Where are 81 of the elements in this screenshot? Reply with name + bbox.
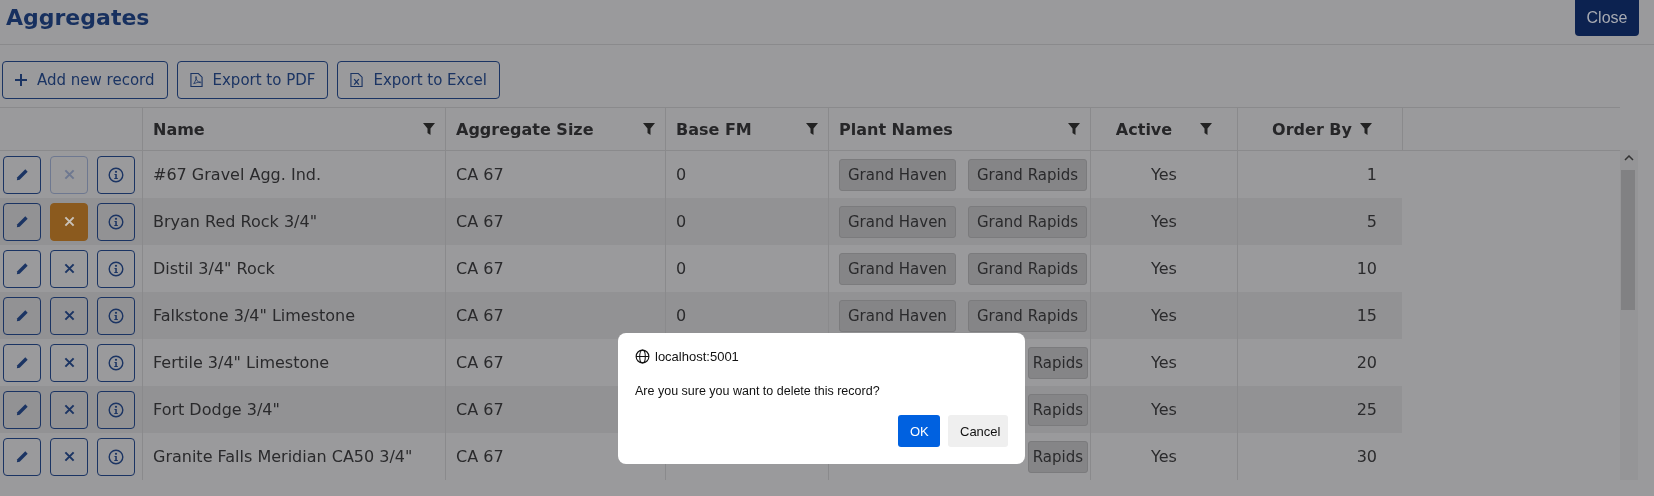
info-button[interactable]	[97, 390, 135, 429]
table-cell: Granite Falls Meridian CA50 3/4"	[142, 433, 445, 480]
close-icon	[63, 310, 75, 321]
delete-button[interactable]	[50, 202, 88, 241]
plant-tag: Grand Rapids	[967, 158, 1087, 191]
excel-file-icon	[350, 72, 364, 88]
close-icon	[63, 216, 75, 227]
info-button[interactable]	[97, 343, 135, 382]
delete-button[interactable]	[50, 437, 88, 476]
info-icon	[108, 260, 124, 277]
info-button[interactable]	[97, 202, 135, 241]
page-title: Aggregates	[5, 4, 151, 32]
info-icon	[108, 401, 124, 418]
edit-button[interactable]	[3, 343, 41, 382]
plant-tag: Rapids	[1027, 393, 1088, 426]
close-icon	[63, 357, 75, 368]
info-button[interactable]	[97, 296, 135, 335]
delete-button[interactable]	[50, 390, 88, 429]
column-header[interactable]: Order By	[1272, 119, 1352, 139]
plant-tag: Grand Rapids	[967, 252, 1087, 285]
scrollbar-thumb[interactable]	[1621, 170, 1635, 310]
plus-icon	[15, 74, 27, 86]
close-icon	[63, 263, 75, 274]
pencil-icon	[14, 167, 30, 182]
delete-button[interactable]	[50, 249, 88, 288]
plant-tag: Grand Rapids	[967, 299, 1087, 332]
close-icon	[63, 451, 75, 462]
edit-button[interactable]	[3, 296, 41, 335]
plant-tag: Grand Haven	[839, 299, 956, 332]
filter-icon[interactable]	[1360, 123, 1372, 135]
edit-button[interactable]	[3, 390, 41, 429]
pencil-icon	[14, 261, 30, 276]
plant-tag: Grand Rapids	[967, 205, 1087, 238]
table-cell: 30	[1237, 433, 1402, 480]
info-icon	[108, 354, 124, 371]
info-icon	[108, 448, 124, 465]
toolbar-button[interactable]: Export to PDF	[176, 61, 329, 99]
plant-tag: Rapids	[1027, 346, 1088, 379]
column-header[interactable]: Plant Names	[839, 119, 953, 139]
info-icon	[108, 166, 124, 183]
ok-button[interactable]: OK	[898, 415, 940, 447]
edit-button[interactable]	[3, 437, 41, 476]
column-header[interactable]: Name	[153, 119, 205, 139]
pencil-icon	[14, 214, 30, 229]
delete-button[interactable]	[50, 296, 88, 335]
info-button[interactable]	[97, 437, 135, 476]
toolbar-button[interactable]: Export to Excel	[337, 61, 500, 99]
info-button[interactable]	[97, 155, 135, 194]
info-icon	[108, 213, 124, 230]
plant-tag: Grand Haven	[839, 158, 956, 191]
caret-up-icon[interactable]	[1624, 155, 1634, 161]
plant-tag: Grand Haven	[839, 252, 956, 285]
column-header[interactable]: Active	[1115, 119, 1173, 139]
edit-button[interactable]	[3, 202, 41, 241]
column-header[interactable]: Base FM	[676, 119, 752, 139]
plant-tag: Grand Haven	[839, 205, 956, 238]
cancel-button[interactable]: Cancel	[948, 415, 1008, 447]
edit-button[interactable]	[3, 249, 41, 288]
filter-icon[interactable]	[643, 123, 655, 135]
globe-icon	[635, 349, 650, 364]
filter-icon[interactable]	[1200, 123, 1213, 135]
close-icon	[63, 169, 75, 180]
toolbar-button[interactable]: Add new record	[2, 61, 168, 99]
pencil-icon	[14, 308, 30, 323]
plant-tag: Rapids	[1027, 440, 1088, 473]
filter-icon[interactable]	[806, 123, 818, 135]
table-cell: Yes	[1090, 433, 1237, 480]
edit-button[interactable]	[3, 155, 41, 194]
delete-button[interactable]	[50, 343, 88, 382]
pencil-icon	[14, 355, 30, 370]
scrollbar[interactable]	[1620, 150, 1638, 480]
filter-icon[interactable]	[1068, 123, 1080, 135]
close-icon	[63, 404, 75, 415]
info-icon	[108, 307, 124, 324]
filter-icon[interactable]	[423, 123, 435, 135]
pdf-file-icon	[189, 72, 203, 88]
close-button[interactable]: Close	[1575, 0, 1639, 36]
pencil-icon	[14, 449, 30, 464]
pencil-icon	[14, 402, 30, 417]
info-button[interactable]	[97, 249, 135, 288]
column-header[interactable]: Aggregate Size	[456, 119, 594, 139]
